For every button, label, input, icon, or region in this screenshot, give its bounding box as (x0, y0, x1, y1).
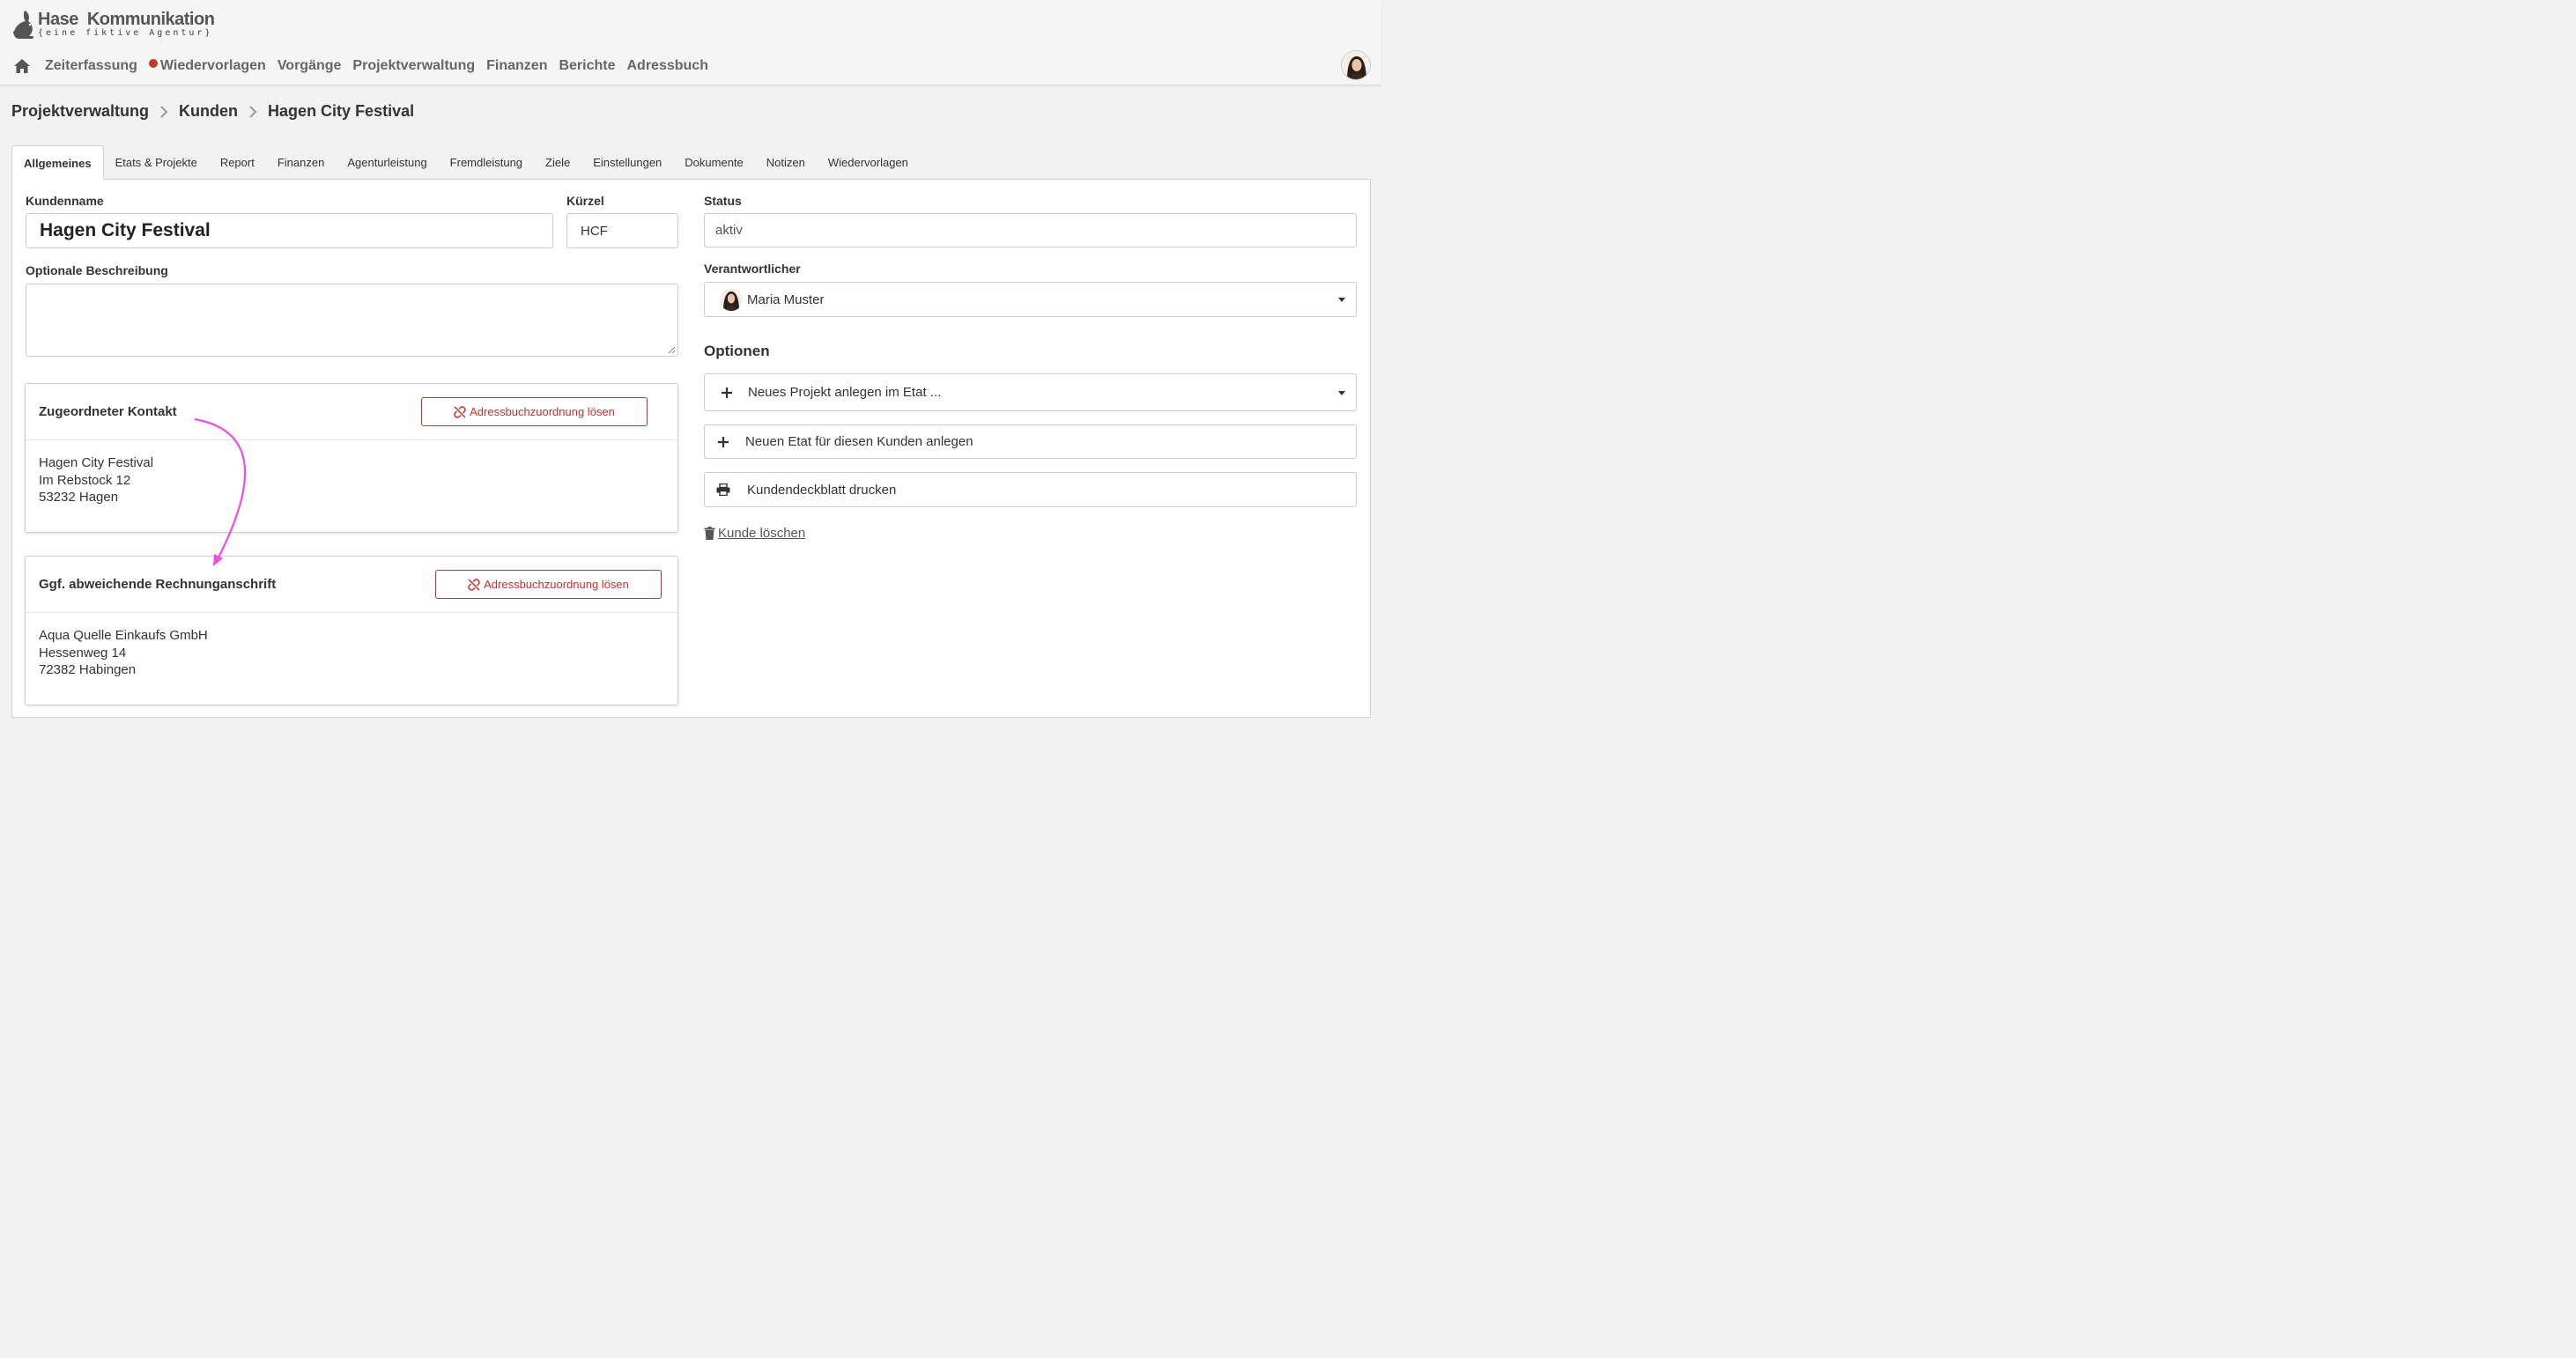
unlink-icon (468, 578, 480, 591)
breadcrumb-current: Hagen City Festival (268, 102, 415, 120)
kuerzel-input[interactable]: HCF (566, 213, 678, 248)
tab-etats-projekte[interactable]: Etats & Projekte (104, 145, 209, 180)
billing-card-header: Ggf. abweichende Rechnunganschrift Adres… (26, 557, 677, 613)
new-project-label: Neues Projekt anlegen im Etat ... (748, 385, 942, 400)
delete-customer-label: Kunde löschen (718, 526, 806, 541)
address-line: Hessenweg 14 (39, 645, 127, 661)
nav-vorgaenge[interactable]: Vorgänge (278, 58, 342, 74)
breadcrumb-projektverwaltung[interactable]: Projektverwaltung (11, 102, 149, 121)
unlink-billing-button[interactable]: Adressbuchzuordnung lösen (435, 570, 662, 599)
nav-wiedervorlagen-label: Wiedervorlagen (159, 58, 266, 73)
nav-finanzen[interactable]: Finanzen (486, 58, 547, 74)
nav-berichte[interactable]: Berichte (559, 58, 615, 74)
address-line: 72382 Habingen (39, 662, 137, 677)
top-header: Hase Kommunikation {eine fiktive Agentur}… (0, 0, 1381, 85)
unlink-contact-label: Adressbuchzuordnung lösen (470, 405, 615, 418)
home-icon[interactable] (13, 58, 31, 74)
nav-projektverwaltung[interactable]: Projektverwaltung (352, 58, 475, 74)
delete-customer-link[interactable]: Kunde löschen (704, 526, 805, 541)
user-avatar-icon (720, 288, 743, 311)
printer-icon (716, 483, 730, 496)
address-line: Hagen City Festival (39, 455, 154, 470)
beschreibung-textarea[interactable] (26, 284, 678, 357)
beschreibung-label: Optionale Beschreibung (26, 263, 168, 277)
contact-card-title: Zugeordneter Kontakt (39, 404, 177, 419)
tab-notizen[interactable]: Notizen (755, 145, 817, 180)
tab-fremdleistung[interactable]: Fremdleistung (439, 145, 534, 180)
print-cover-label: Kundendeckblatt drucken (747, 482, 897, 498)
address-line: 53232 Hagen (39, 490, 119, 505)
unlink-icon (454, 405, 466, 418)
tab-agenturleistung[interactable]: Agenturleistung (336, 145, 438, 180)
new-project-dropdown[interactable]: Neues Projekt anlegen im Etat ... (704, 373, 1357, 411)
status-label: Status (704, 194, 742, 208)
verantwortlicher-label: Verantwortlicher (704, 262, 801, 276)
trash-icon (704, 527, 715, 540)
billing-card-title: Ggf. abweichende Rechnunganschrift (39, 577, 277, 592)
contact-card-header: Zugeordneter Kontakt Adressbuchzuordnung… (26, 384, 677, 440)
options-heading: Optionen (704, 343, 770, 359)
breadcrumb: Projektverwaltung Kunden Hagen City Fest… (11, 102, 414, 121)
address-line: Im Rebstock 12 (39, 472, 131, 488)
new-etat-label: Neuen Etat für diesen Kunden anlegen (745, 434, 973, 449)
status-field[interactable]: aktiv (704, 213, 1357, 247)
kundenname-input[interactable]: Hagen City Festival (26, 213, 553, 248)
tab-allgemeines[interactable]: Allgemeines (11, 145, 104, 180)
tab-dokumente[interactable]: Dokumente (673, 145, 754, 180)
kuerzel-value: HCF (581, 223, 608, 239)
new-etat-button[interactable]: Neuen Etat für diesen Kunden anlegen (704, 424, 1357, 459)
verantwortlicher-select[interactable]: Maria Muster (704, 282, 1357, 317)
tab-finanzen[interactable]: Finanzen (266, 145, 336, 180)
main-nav: Zeiterfassung Wiedervorlagen Vorgänge Pr… (13, 56, 720, 76)
user-avatar[interactable] (1341, 50, 1371, 80)
user-portrait-icon (1342, 51, 1370, 79)
kuerzel-label: Kürzel (566, 194, 604, 208)
unlink-billing-label: Adressbuchzuordnung lösen (484, 578, 629, 591)
caret-down-icon (1338, 298, 1345, 302)
tab-einstellungen[interactable]: Einstellungen (581, 145, 673, 180)
chevron-right-icon (160, 105, 168, 118)
kundenname-value: Hagen City Festival (40, 220, 211, 240)
resize-handle-icon[interactable] (668, 346, 676, 354)
print-cover-button[interactable]: Kundendeckblatt drucken (704, 472, 1357, 507)
nav-wiedervorlagen[interactable]: Wiedervorlagen (148, 58, 266, 74)
tab-ziele[interactable]: Ziele (534, 145, 581, 180)
breadcrumb-kunden[interactable]: Kunden (179, 102, 238, 121)
contact-address: Hagen City Festival Im Rebstock 12 53232… (26, 440, 677, 520)
nav-zeiterfassung[interactable]: Zeiterfassung (45, 58, 137, 74)
kundenname-label: Kundenname (26, 194, 104, 208)
notification-badge (148, 59, 158, 68)
tab-wiedervorlagen[interactable]: Wiedervorlagen (817, 145, 920, 180)
address-line: Aqua Quelle Einkaufs GmbH (39, 628, 208, 643)
chevron-right-icon (249, 105, 257, 118)
unlink-contact-button[interactable]: Adressbuchzuordnung lösen (421, 397, 648, 426)
nav-adressbuch[interactable]: Adressbuch (627, 58, 708, 74)
billing-address: Aqua Quelle Einkaufs GmbH Hessenweg 14 7… (26, 613, 677, 693)
logo-tagline: {eine fiktive Agentur} (38, 28, 213, 38)
plus-icon (718, 436, 729, 447)
status-value: aktiv (715, 223, 743, 238)
rabbit-logo-icon (13, 11, 34, 39)
verantwortlicher-value: Maria Muster (747, 292, 825, 307)
tab-report[interactable]: Report (209, 145, 266, 180)
caret-down-icon (1338, 390, 1345, 395)
contact-card: Zugeordneter Kontakt Adressbuchzuordnung… (25, 383, 678, 533)
plus-icon (722, 387, 732, 398)
logo-name: Hase Kommunikation (38, 10, 215, 29)
billing-address-card: Ggf. abweichende Rechnunganschrift Adres… (25, 556, 678, 705)
tab-bar: Allgemeines Etats & Projekte Report Fina… (11, 145, 920, 180)
